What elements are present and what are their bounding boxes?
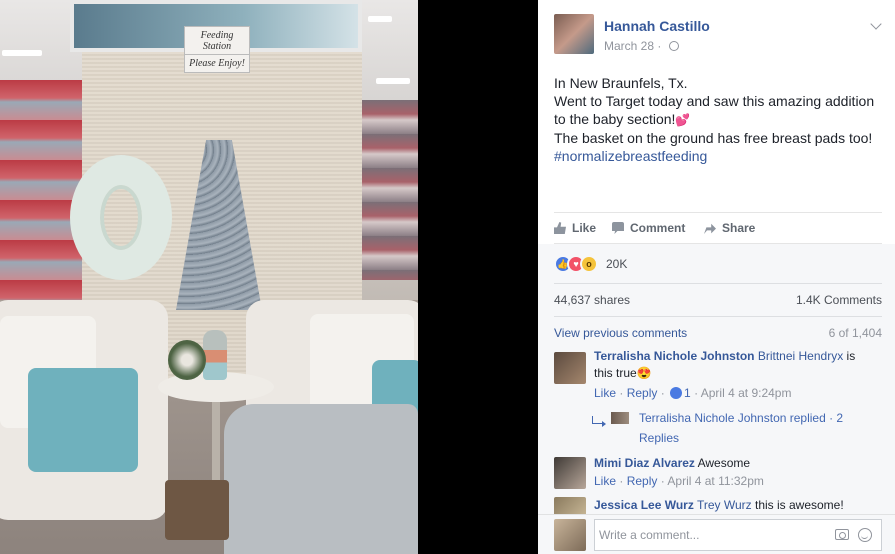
please-enjoy-sign: Please Enjoy! xyxy=(184,54,250,73)
comment-text: Mimi Diaz Alvarez Awesome xyxy=(594,455,884,472)
comment-icon xyxy=(612,222,624,234)
wow-reaction-icon: o xyxy=(580,255,598,273)
post-meta: March 28 · xyxy=(604,39,679,53)
replier-avatar xyxy=(611,412,629,424)
comment-reply-link[interactable]: Reply xyxy=(627,386,658,400)
comment-text-part: Awesome xyxy=(697,456,751,470)
comment-meta: Like · Reply · 1 · April 4 at 9:24pm xyxy=(594,386,792,400)
divider xyxy=(554,316,882,317)
post-photo[interactable]: Feeding Station Please Enjoy! xyxy=(0,0,418,554)
hashtag-link[interactable]: #normalizebreastfeeding xyxy=(554,147,884,165)
shares-count[interactable]: 44,637 shares xyxy=(554,293,630,307)
comment-like-link[interactable]: Like xyxy=(594,386,616,400)
like-reaction-icon xyxy=(670,387,683,399)
commenter-name[interactable]: Terralisha Nichole Johnston xyxy=(594,349,754,363)
comments-pagination-count: 6 of 1,404 xyxy=(828,326,882,340)
tagged-user[interactable]: Brittnei Hendryx xyxy=(758,349,843,363)
ceiling-light xyxy=(2,50,42,56)
comment-body: Jessica Lee Wurz Trey Wurz this is aweso… xyxy=(594,497,884,514)
post-text-line: In New Braunfels, Tx. xyxy=(554,75,688,91)
comment-label: Comment xyxy=(630,221,686,235)
post-panel: Hannah Castillo March 28 · In New Braunf… xyxy=(538,0,895,554)
post-actions-bar: Like Comment Share xyxy=(554,212,882,244)
comment-text-line2: this true😍 xyxy=(594,365,884,382)
comment-time[interactable]: April 4 at 11:32pm xyxy=(667,474,764,488)
comment-body: Mimi Diaz Alvarez Awesome Like · Reply ·… xyxy=(594,455,884,490)
teal-pillow-left xyxy=(28,368,138,472)
globe-icon xyxy=(668,41,679,51)
comment-reply-link[interactable]: Reply xyxy=(627,474,658,488)
author-name[interactable]: Hannah Castillo xyxy=(604,18,710,34)
share-icon xyxy=(704,223,716,234)
comment-like-link[interactable]: Like xyxy=(594,474,616,488)
basket xyxy=(165,480,229,540)
commenter-avatar[interactable] xyxy=(554,497,586,514)
emoji-icon[interactable] xyxy=(858,528,872,542)
replies-link-row[interactable]: Terralisha Nichole Johnston replied · 2 … xyxy=(554,410,884,450)
current-user-avatar xyxy=(554,519,586,551)
share-button[interactable]: Share xyxy=(704,221,755,235)
camera-icon[interactable] xyxy=(835,529,849,540)
comment-composer xyxy=(538,514,895,554)
post-text: In New Braunfels, Tx. Went to Target tod… xyxy=(554,74,884,165)
author-avatar[interactable] xyxy=(554,14,594,54)
comment-item: Mimi Diaz Alvarez Awesome Like · Reply ·… xyxy=(554,455,884,495)
ceiling-light xyxy=(368,16,392,22)
ceiling-light xyxy=(376,78,410,84)
comment-body: Terralisha Nichole Johnston Brittnei Hen… xyxy=(594,348,884,402)
post-text-line-content: to the baby section! xyxy=(554,111,676,127)
chevron-down-icon[interactable] xyxy=(870,18,882,30)
photo-letterbox xyxy=(418,0,538,554)
post-text-line: to the baby section!💕 xyxy=(554,110,884,129)
comment-button[interactable]: Comment xyxy=(612,221,685,235)
tagged-user[interactable]: Trey Wurz xyxy=(697,498,752,512)
comment-meta: Like · Reply · April 4 at 11:32pm xyxy=(594,474,764,488)
store-shelf-right xyxy=(362,100,418,280)
comment-reaction-count[interactable]: 1 xyxy=(684,386,691,400)
post-text-line: The basket on the ground has free breast… xyxy=(554,130,873,146)
comment-time[interactable]: April 4 at 9:24pm xyxy=(701,386,792,400)
post-date[interactable]: March 28 · xyxy=(604,39,665,53)
comments-count[interactable]: 1.4K Comments xyxy=(796,293,882,307)
comment-text-part: this true xyxy=(594,366,637,380)
share-label: Share xyxy=(722,221,756,235)
comment-item: Jessica Lee Wurz Trey Wurz this is aweso… xyxy=(554,497,884,514)
commenter-name[interactable]: Jessica Lee Wurz xyxy=(594,498,694,512)
store-shelf-left xyxy=(0,80,82,320)
thumbs-up-icon xyxy=(554,222,566,234)
reply-arrow-icon xyxy=(592,416,606,427)
commenter-avatar[interactable] xyxy=(554,457,586,489)
view-previous-comments-link[interactable]: View previous comments xyxy=(554,326,687,340)
like-button[interactable]: Like xyxy=(554,221,596,235)
comment-text: Jessica Lee Wurz Trey Wurz this is aweso… xyxy=(594,497,884,514)
post-header: Hannah Castillo March 28 · xyxy=(554,14,884,56)
grey-blanket xyxy=(224,404,418,554)
like-label: Like xyxy=(572,221,597,235)
commenter-name[interactable]: Mimi Diaz Alvarez xyxy=(594,456,695,470)
nursing-pillow xyxy=(70,155,172,280)
commenter-avatar[interactable] xyxy=(554,352,586,384)
comment-text: Terralisha Nichole Johnston Brittnei Hen… xyxy=(594,348,884,365)
divider xyxy=(554,283,882,284)
potted-plant xyxy=(168,340,206,380)
comment-text-part: this is awesome! xyxy=(754,498,844,512)
comment-item: Terralisha Nichole Johnston Brittnei Hen… xyxy=(554,348,884,448)
comment-text-part: is xyxy=(843,349,856,363)
post-text-line: Went to Target today and saw this amazin… xyxy=(554,93,875,109)
two-hearts-icon: 💕 xyxy=(675,113,691,127)
replies-link[interactable]: Terralisha Nichole Johnston replied · 2 … xyxy=(639,410,879,447)
vase xyxy=(203,330,227,380)
replies-link-text: Terralisha Nichole Johnston replied · 2 xyxy=(639,411,844,425)
heart-eyes-emoji-icon: 😍 xyxy=(636,366,652,380)
replies-link-text: Replies xyxy=(639,431,680,445)
reaction-count: 20K xyxy=(606,257,628,271)
feeding-station-sign: Feeding Station xyxy=(184,26,250,56)
